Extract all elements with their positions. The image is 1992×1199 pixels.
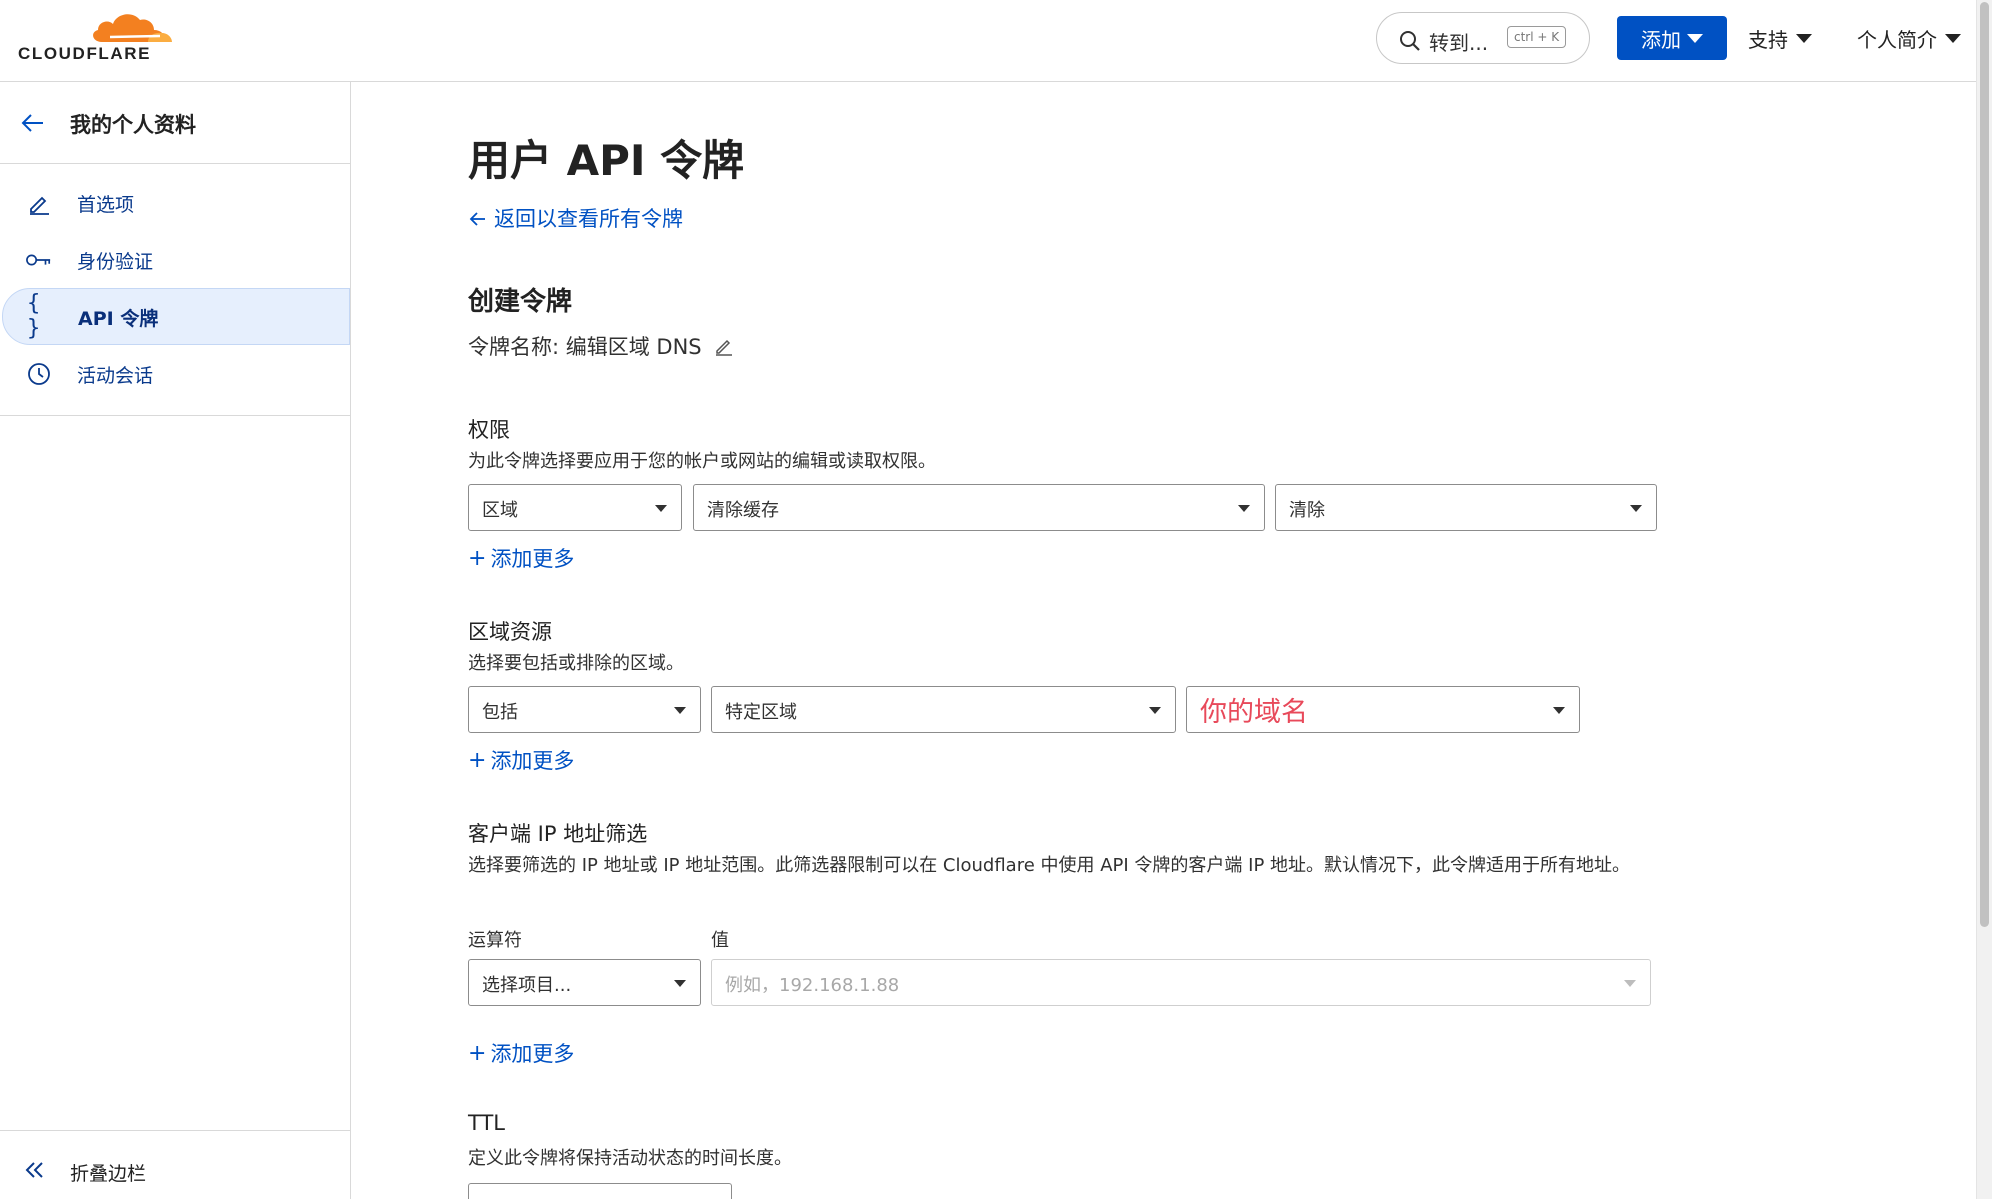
- zone-domain-select[interactable]: 你的域名: [1186, 686, 1580, 733]
- zone-include-select[interactable]: 包括: [468, 686, 701, 733]
- chevron-down-icon: [1687, 33, 1703, 43]
- plus-icon: +: [468, 1040, 487, 1066]
- ttl-start-date-input[interactable]: [468, 1183, 732, 1199]
- permissions-desc: 为此令牌选择要应用于您的帐户或网站的编辑或读取权限。: [468, 451, 936, 472]
- select-value: 清除: [1289, 500, 1325, 521]
- select-value: 特定区域: [725, 702, 797, 723]
- zone-resources-title: 区域资源: [468, 620, 552, 644]
- chevron-down-icon: [1630, 505, 1642, 512]
- ip-value-placeholder: 例如，192.168.1.88: [725, 975, 900, 996]
- profile-menu[interactable]: 个人简介: [1857, 24, 1961, 53]
- top-header: CLOUDFLARE 转到... ctrl + K 添加 支持 个人简介: [0, 0, 1976, 82]
- permissions-title: 权限: [468, 418, 510, 442]
- logo-text: CLOUDFLARE: [18, 44, 152, 63]
- chevron-down-icon: [674, 980, 686, 987]
- add-more-permissions-link[interactable]: + 添加更多: [468, 543, 574, 573]
- select-value: 清除缓存: [707, 500, 779, 521]
- double-chevron-left-icon: [25, 1162, 43, 1178]
- back-to-tokens-link[interactable]: 返回以查看所有令牌: [468, 203, 683, 233]
- sidebar-title: 我的个人资料: [70, 113, 196, 137]
- sidebar-item-preferences[interactable]: 首选项: [0, 174, 350, 231]
- sidebar-item-label: 首选项: [77, 194, 135, 216]
- add-button[interactable]: 添加: [1617, 16, 1727, 60]
- sidebar-item-label: API 令牌: [78, 308, 159, 330]
- cloudflare-logo[interactable]: CLOUDFLARE: [18, 10, 172, 63]
- sidebar-nav: 首选项 身份验证 { } API 令牌 活动会话: [0, 174, 350, 402]
- search-placeholder: 转到...: [1429, 31, 1489, 55]
- chevron-down-icon: [1796, 34, 1812, 43]
- chevron-down-icon: [1553, 707, 1565, 714]
- braces-icon: { }: [27, 291, 41, 341]
- cloud-logo-icon: [93, 14, 172, 43]
- select-value: 你的域名: [1200, 697, 1308, 728]
- main-content: 用户 API 令牌 返回以查看所有令牌 创建令牌 令牌名称: 编辑区域 DNS …: [352, 83, 1976, 1199]
- key-icon: [26, 247, 52, 273]
- sidebar-item-active-sessions[interactable]: 活动会话: [0, 345, 350, 402]
- profile-label: 个人简介: [1857, 28, 1937, 52]
- token-name-text: 令牌名称: 编辑区域 DNS: [468, 335, 702, 359]
- section-title: 创建令牌: [468, 287, 573, 317]
- back-arrow-icon[interactable]: [20, 110, 46, 136]
- arrow-left-icon: [469, 212, 485, 226]
- chevron-down-icon: [1238, 505, 1250, 512]
- select-value: 选择项目...: [482, 975, 572, 996]
- sidebar-header: 我的个人资料: [0, 82, 350, 164]
- collapse-sidebar-label: 折叠边栏: [70, 1163, 147, 1185]
- add-more-label: 添加更多: [490, 749, 575, 773]
- search-icon: [1400, 31, 1420, 51]
- pencil-icon: [26, 190, 52, 216]
- add-button-label: 添加: [1641, 27, 1681, 52]
- add-more-label: 添加更多: [490, 547, 575, 571]
- sidebar-item-authentication[interactable]: 身份验证: [0, 231, 350, 288]
- support-menu[interactable]: 支持: [1748, 24, 1812, 53]
- add-more-zones-link[interactable]: + 添加更多: [468, 745, 574, 775]
- value-label: 值: [711, 930, 729, 951]
- sidebar-item-label: 活动会话: [77, 365, 154, 387]
- operator-select[interactable]: 选择项目...: [468, 959, 701, 1006]
- back-link-label: 返回以查看所有令牌: [494, 207, 683, 231]
- add-more-label: 添加更多: [490, 1042, 575, 1066]
- search-input[interactable]: 转到... ctrl + K: [1376, 12, 1590, 64]
- edit-pencil-icon[interactable]: [714, 336, 734, 356]
- plus-icon: +: [468, 747, 487, 773]
- page-title: 用户 API 令牌: [468, 136, 745, 185]
- page-scrollbar[interactable]: [1976, 0, 1992, 1199]
- chevron-down-icon: [1945, 34, 1961, 43]
- ttl-title: TTL: [468, 1111, 505, 1135]
- chevron-down-icon: [1624, 980, 1636, 987]
- add-more-ip-link[interactable]: + 添加更多: [468, 1038, 574, 1068]
- sidebar-item-api-tokens[interactable]: { } API 令牌: [2, 288, 350, 345]
- zone-resources-desc: 选择要包括或排除的区域。: [468, 653, 684, 674]
- ip-value-input[interactable]: 例如，192.168.1.88: [711, 959, 1651, 1006]
- support-label: 支持: [1748, 28, 1788, 52]
- permission-item-select[interactable]: 清除缓存: [693, 484, 1265, 531]
- operator-label: 运算符: [468, 930, 522, 951]
- sidebar: 我的个人资料 首选项 身份验证 { } API 令牌 活动会话 折叠边栏: [0, 82, 351, 1199]
- chevron-down-icon: [674, 707, 686, 714]
- sidebar-item-label: 身份验证: [77, 251, 154, 273]
- plus-icon: +: [468, 545, 487, 571]
- ip-filter-title: 客户端 IP 地址筛选: [468, 822, 648, 846]
- select-value: 包括: [482, 702, 518, 723]
- permission-level-select[interactable]: 清除: [1275, 484, 1657, 531]
- chevron-down-icon: [1149, 707, 1161, 714]
- sidebar-divider: [0, 415, 350, 416]
- collapse-sidebar-button[interactable]: 折叠边栏: [0, 1130, 350, 1199]
- zone-type-select[interactable]: 特定区域: [711, 686, 1176, 733]
- search-shortcut: ctrl + K: [1507, 26, 1567, 48]
- token-name: 令牌名称: 编辑区域 DNS: [468, 331, 734, 361]
- ip-filter-desc: 选择要筛选的 IP 地址或 IP 地址范围。此筛选器限制可以在 Cloudfla…: [468, 855, 1631, 876]
- select-value: 区域: [482, 500, 518, 521]
- scrollbar-thumb[interactable]: [1980, 2, 1989, 927]
- permission-scope-select[interactable]: 区域: [468, 484, 682, 531]
- clock-icon: [26, 361, 52, 387]
- ttl-desc: 定义此令牌将保持活动状态的时间长度。: [468, 1148, 792, 1169]
- chevron-down-icon: [655, 505, 667, 512]
